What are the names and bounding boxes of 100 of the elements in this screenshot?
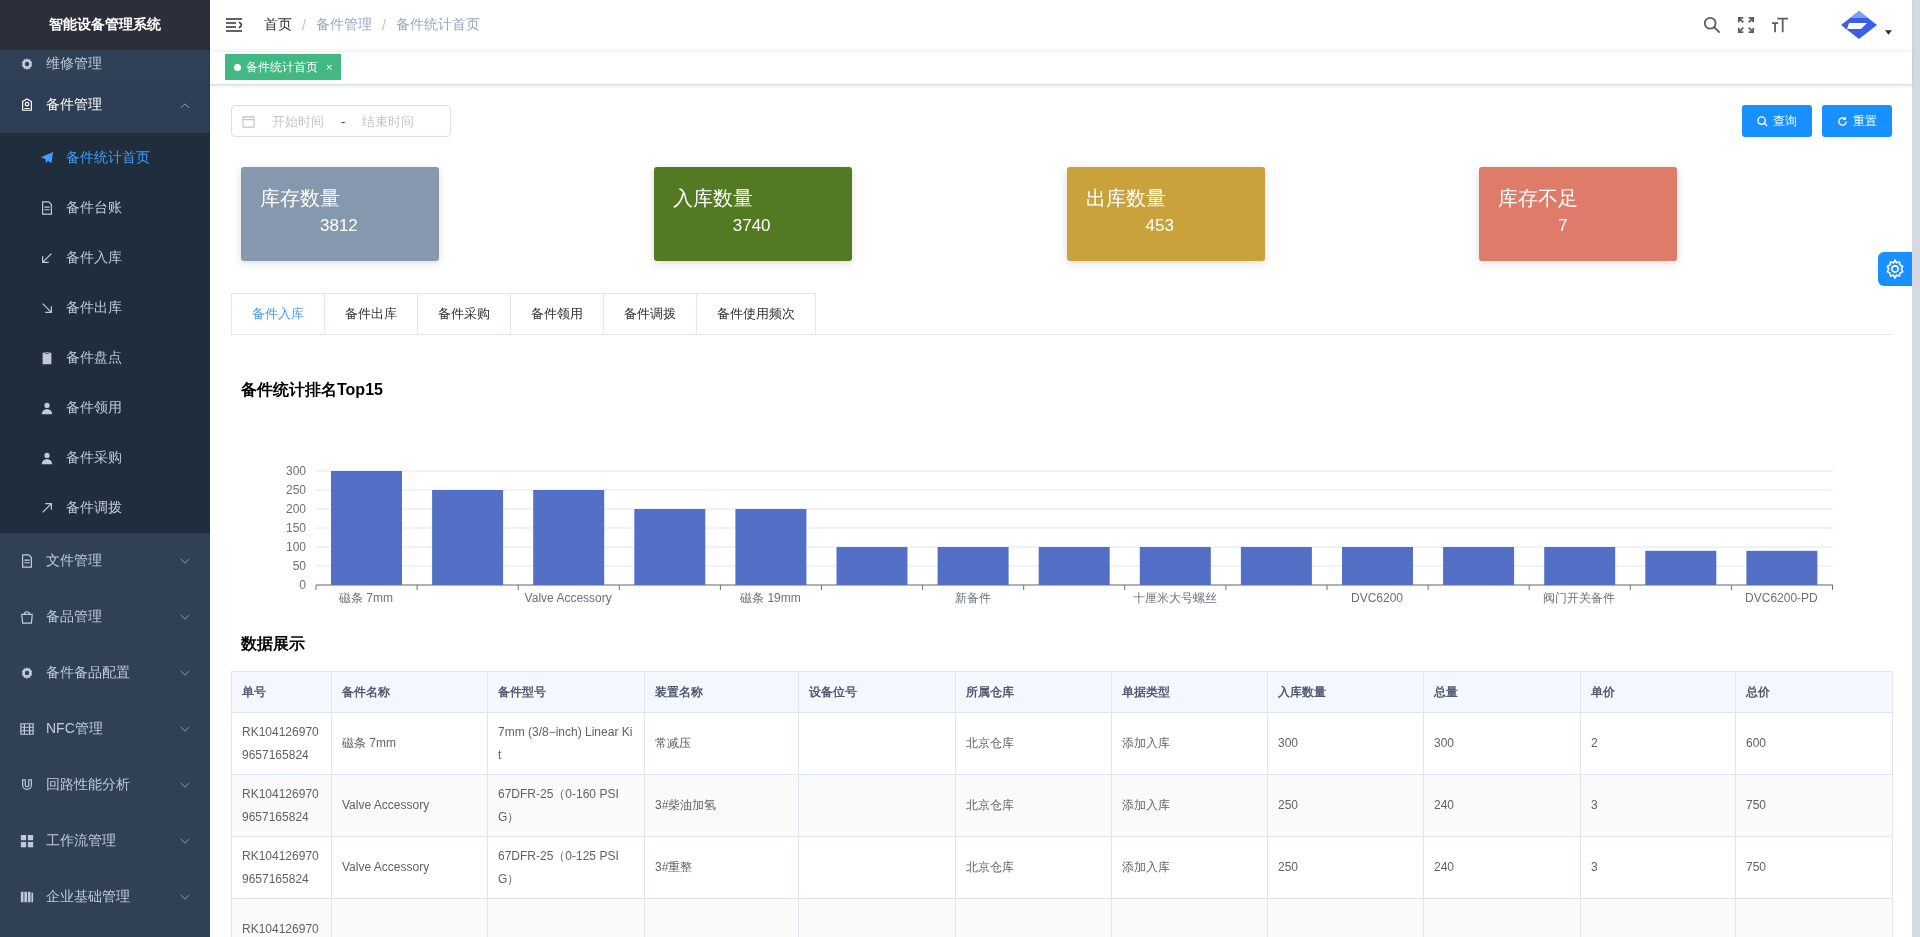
table-cell: 添加入库: [1122, 860, 1170, 874]
table-cell: 2: [1591, 736, 1598, 750]
table-cell: 600: [1746, 736, 1767, 750]
table-cell: 67DFR-25（0-160 PSIG）: [498, 786, 619, 824]
submenu-item[interactable]: 备件出库: [0, 283, 210, 333]
breadcrumb-link[interactable]: 首页: [264, 16, 292, 34]
menu-item[interactable]: 备件备品配置: [0, 645, 210, 701]
submenu-item[interactable]: 备件领用: [0, 383, 210, 433]
squares-icon: [20, 834, 34, 848]
submenu-item[interactable]: 备件采购: [0, 433, 210, 483]
books-icon: [20, 890, 34, 904]
bar: [1038, 547, 1110, 585]
settings-button[interactable]: [1878, 252, 1912, 286]
menu-item[interactable]: 维修管理: [0, 50, 210, 77]
axis-label: 磁条 7mm: [339, 591, 393, 605]
submenu-item[interactable]: 备件调拨: [0, 483, 210, 533]
table-cell: 300: [1434, 736, 1455, 750]
tab[interactable]: 备件出库: [325, 293, 418, 334]
axis-label: 100: [285, 540, 306, 554]
column-header: 备件名称: [331, 671, 488, 713]
date-range-field[interactable]: 开始时间 - 结束时间: [231, 105, 451, 137]
table-cell: 3: [1591, 860, 1598, 874]
table-cell: 添加入库: [1122, 736, 1170, 750]
clipboard-icon: [40, 351, 54, 365]
table-cell: 240: [1434, 798, 1455, 812]
table-cell: Valve Accessory: [342, 798, 430, 812]
tab[interactable]: 备件采购: [418, 293, 511, 334]
menu-item[interactable]: 回路性能分析: [0, 757, 210, 813]
gear-icon: [1885, 259, 1905, 279]
axis-label: 新备件: [954, 591, 991, 605]
bar: [1544, 547, 1616, 585]
logo-icon[interactable]: [1839, 10, 1879, 40]
table-cell: 67DFR-25（0-125 PSIG）: [498, 848, 619, 886]
bar: [836, 547, 908, 585]
caret-icon[interactable]: [1885, 29, 1892, 35]
tab[interactable]: 备件领用: [511, 293, 604, 334]
stat-value: 3740: [732, 216, 771, 236]
column-header: 入库数量: [1267, 671, 1424, 713]
menu-item[interactable]: 工作流管理: [0, 813, 210, 869]
table-cell: Valve Accessory: [342, 860, 430, 874]
column-header: 装置名称: [644, 671, 799, 713]
search-icon[interactable]: [1703, 16, 1721, 34]
table-cell: 750: [1746, 798, 1767, 812]
table-cell: 北京仓库: [966, 798, 1014, 812]
menu-item[interactable]: 企业基础管理: [0, 869, 210, 925]
table-cell: 北京仓库: [966, 736, 1014, 750]
chevron-icon: [180, 837, 190, 845]
chevron-icon: [180, 101, 190, 109]
tab[interactable]: 备件使用频次: [697, 293, 816, 334]
arrow-dr-icon: [40, 301, 54, 315]
arrow-dl-icon: [40, 251, 54, 265]
table-cell: 3#重整: [655, 860, 693, 874]
submenu-item[interactable]: 备件盘点: [0, 333, 210, 383]
table-cell: 300: [1278, 736, 1299, 750]
table-cell: RK1041269709657165824: [242, 848, 319, 886]
fullscreen-icon[interactable]: [1737, 16, 1755, 34]
column-header: 设备位号: [798, 671, 956, 713]
submenu-item[interactable]: 备件入库: [0, 233, 210, 283]
chevron-icon: [180, 893, 190, 901]
menu-item[interactable]: 文件管理: [0, 533, 210, 589]
menu-item[interactable]: NFC管理: [0, 701, 210, 757]
bar: [1240, 547, 1312, 585]
table-cell: 250: [1278, 798, 1299, 812]
axis-label: 阀门开关备件: [1543, 591, 1616, 605]
axis-label: 0: [299, 578, 306, 592]
stat-value: 7: [1558, 216, 1568, 236]
table-cell: 常减压: [655, 736, 691, 750]
stat-label: 入库数量: [672, 186, 753, 211]
chevron-icon: [180, 669, 190, 677]
stat-value: 453: [1145, 216, 1174, 236]
menu-icon[interactable]: [226, 18, 242, 32]
magnet-icon: [20, 778, 34, 792]
submenu-item[interactable]: 备件统计首页: [0, 133, 210, 183]
stat-label: 库存不足: [1498, 186, 1579, 211]
column-header: 总量: [1423, 671, 1581, 713]
stat-label: 出库数量: [1085, 186, 1166, 211]
bar: [937, 547, 1009, 585]
table-cell: 7mm (3/8−inch) Linear Kit: [498, 724, 633, 762]
axis-label: DVC6200: [1351, 591, 1403, 605]
column-header: 单号: [231, 671, 332, 713]
column-header: 备件型号: [487, 671, 645, 713]
bar: [1746, 550, 1818, 585]
bar: [1342, 547, 1413, 585]
person-icon: [40, 401, 54, 415]
grid-icon: [20, 722, 34, 736]
table-cell: 磁条 7mm: [342, 736, 396, 750]
submenu-item[interactable]: 备件台账: [0, 183, 210, 233]
breadcrumb-separator: /: [381, 17, 386, 33]
menu-item[interactable]: 备品管理: [0, 589, 210, 645]
table-cell: 添加入库: [1122, 798, 1170, 812]
bar: [1645, 550, 1717, 585]
axis-label: 50: [292, 559, 306, 573]
axis-label: 200: [285, 502, 306, 516]
refresh-icon: [1837, 115, 1848, 127]
breadcrumb-separator: /: [302, 17, 306, 33]
font-size-icon[interactable]: [1771, 16, 1789, 34]
axis-label: 磁条 19mm: [740, 591, 801, 605]
tab[interactable]: 备件调拨: [604, 293, 697, 334]
doc-icon: [20, 554, 34, 568]
bar: [1443, 547, 1515, 585]
